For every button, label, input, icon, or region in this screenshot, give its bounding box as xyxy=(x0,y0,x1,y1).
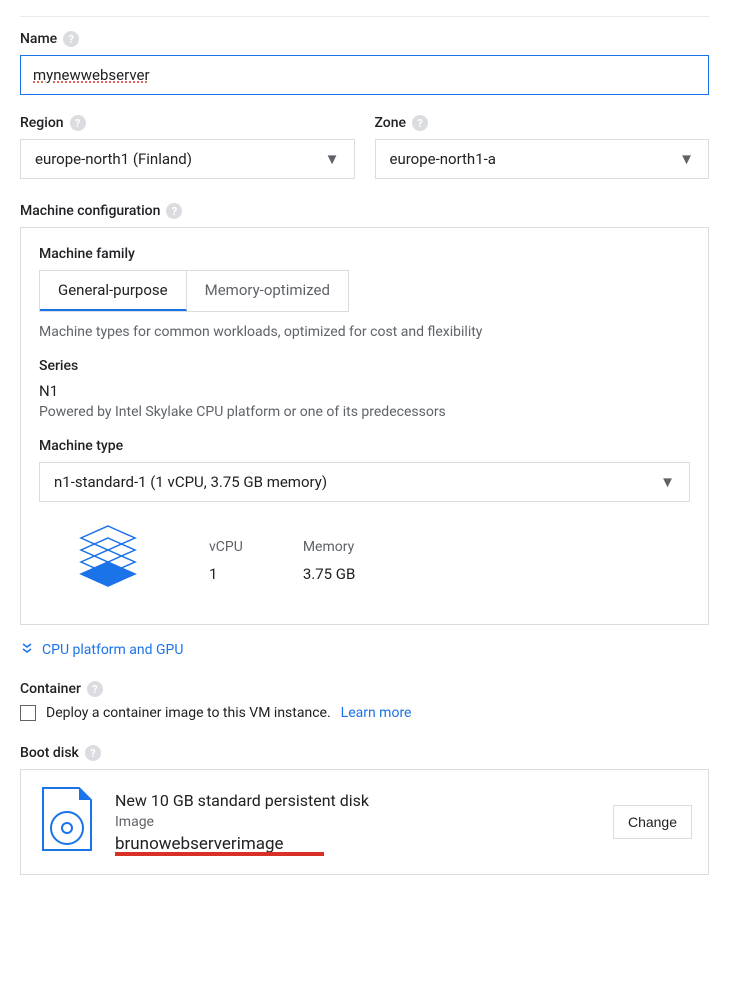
machine-type-value: n1-standard-1 (1 vCPU, 3.75 GB memory) xyxy=(54,473,327,491)
tab-memory-optimized[interactable]: Memory-optimized xyxy=(187,271,348,311)
help-icon[interactable]: ? xyxy=(87,681,103,697)
name-input-value: mynewwebserver xyxy=(33,66,150,84)
top-divider xyxy=(20,16,709,17)
name-input[interactable]: mynewwebserver xyxy=(20,55,709,95)
machine-family-tabs: General-purpose Memory-optimized xyxy=(39,270,349,312)
disk-icon xyxy=(37,786,97,858)
help-icon[interactable]: ? xyxy=(412,115,428,131)
machine-specs-row: vCPU 1 Memory 3.75 GB xyxy=(39,502,690,606)
help-icon[interactable]: ? xyxy=(166,203,182,219)
boot-disk-title: New 10 GB standard persistent disk xyxy=(115,791,595,810)
machine-config-label-row: Machine configuration ? xyxy=(20,203,709,219)
boot-disk-info: New 10 GB standard persistent disk Image… xyxy=(115,791,595,854)
boot-disk-sub: Image xyxy=(115,814,595,830)
machine-family-label: Machine family xyxy=(39,246,690,262)
boot-disk-image-name-text: brunowebserverimage xyxy=(115,834,284,854)
zone-label-row: Zone ? xyxy=(375,115,710,131)
boot-disk-box: New 10 GB standard persistent disk Image… xyxy=(20,769,709,875)
memory-value: 3.75 GB xyxy=(303,565,356,583)
machine-config-box: Machine family General-purpose Memory-op… xyxy=(20,227,709,625)
cpu-platform-gpu-label: CPU platform and GPU xyxy=(42,642,183,658)
machine-type-select[interactable]: n1-standard-1 (1 vCPU, 3.75 GB memory) ▼ xyxy=(39,462,690,502)
region-value: europe-north1 (Finland) xyxy=(35,150,192,168)
help-icon[interactable]: ? xyxy=(70,115,86,131)
tab-general-purpose[interactable]: General-purpose xyxy=(40,271,187,311)
dropdown-arrow-icon: ▼ xyxy=(325,150,340,168)
change-button[interactable]: Change xyxy=(613,805,692,839)
boot-disk-label-row: Boot disk ? xyxy=(20,745,709,761)
deploy-container-text: Deploy a container image to this VM inst… xyxy=(46,705,331,721)
zone-value: europe-north1-a xyxy=(390,150,496,168)
series-value: N1 xyxy=(39,382,690,400)
help-icon[interactable]: ? xyxy=(85,745,101,761)
deploy-container-checkbox[interactable] xyxy=(20,705,36,721)
name-label-row: Name ? xyxy=(20,31,709,47)
machine-type-label: Machine type xyxy=(39,438,690,454)
vcpu-value: 1 xyxy=(209,565,243,583)
vcpu-label: vCPU xyxy=(209,539,243,555)
deploy-container-row: Deploy a container image to this VM inst… xyxy=(20,705,709,721)
container-label: Container xyxy=(20,681,81,697)
help-icon[interactable]: ? xyxy=(63,31,79,47)
container-label-row: Container ? xyxy=(20,681,709,697)
stack-icon xyxy=(69,520,149,602)
series-label: Series xyxy=(39,358,690,374)
dropdown-arrow-icon: ▼ xyxy=(679,150,694,168)
annotation-underline xyxy=(115,852,324,856)
region-label-row: Region ? xyxy=(20,115,355,131)
memory-label: Memory xyxy=(303,539,356,555)
boot-disk-label: Boot disk xyxy=(20,745,79,761)
zone-label: Zone xyxy=(375,115,407,131)
region-select[interactable]: europe-north1 (Finland) ▼ xyxy=(20,139,355,179)
dropdown-arrow-icon: ▼ xyxy=(660,473,675,491)
zone-select[interactable]: europe-north1-a ▼ xyxy=(375,139,710,179)
name-label: Name xyxy=(20,31,57,47)
boot-disk-image-name: brunowebserverimage xyxy=(115,834,284,854)
learn-more-link[interactable]: Learn more xyxy=(341,705,412,721)
cpu-platform-gpu-expand[interactable]: CPU platform and GPU xyxy=(20,641,709,659)
machine-config-label: Machine configuration xyxy=(20,203,160,219)
series-desc: Powered by Intel Skylake CPU platform or… xyxy=(39,404,690,420)
chevron-double-down-icon xyxy=(20,641,34,659)
region-label: Region xyxy=(20,115,64,131)
machine-family-desc: Machine types for common workloads, opti… xyxy=(39,324,690,340)
